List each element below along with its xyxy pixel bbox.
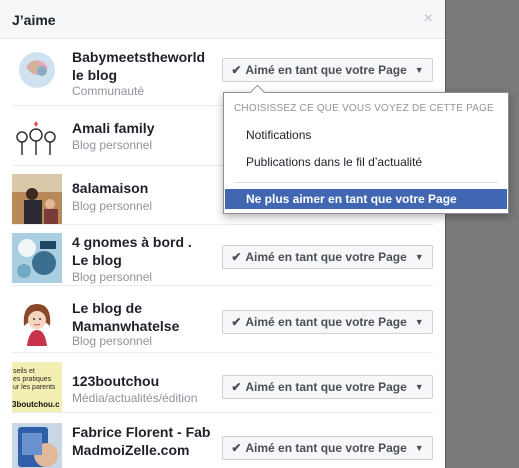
page-name-link[interactable]: Le blog de Mamanwhatelse (72, 299, 212, 335)
list-item: 4 gnomes à bord . Le blog Blog personnel… (12, 233, 433, 286)
caret-down-icon: ▼ (414, 443, 424, 453)
liked-as-page-button[interactable]: ✔ Aimé en tant que votre Page ▼ (222, 310, 433, 334)
liked-as-page-label: Aimé en tant que votre Page (245, 250, 407, 264)
liked-as-page-label: Aimé en tant que votre Page (245, 315, 407, 329)
page-thumbnail[interactable] (12, 233, 62, 283)
page-category: Blog personnel (72, 270, 153, 284)
list-item: Fabrice Florent - Fab MadmoiZelle.com ✔ … (12, 423, 433, 468)
page-category: Média/actualités/édition (72, 391, 198, 405)
menu-item-news-feed-posts[interactable]: Publications dans le fil d’actualité (225, 152, 507, 172)
check-icon: ✔ (231, 441, 242, 455)
liked-as-page-label: Aimé en tant que votre Page (245, 441, 407, 455)
liked-as-page-button[interactable]: ✔ Aimé en tant que votre Page ▼ (222, 375, 433, 399)
thumb-text: seils et (13, 368, 35, 375)
page-name-link[interactable]: 4 gnomes à bord . Le blog (72, 233, 212, 269)
list-item: seils et es pratiques ur les parents 3bo… (12, 362, 433, 413)
page-thumbnail[interactable] (12, 423, 62, 468)
caret-down-icon: ▼ (414, 252, 424, 262)
page-category: Blog personnel (72, 199, 153, 213)
caret-down-icon: ▼ (414, 317, 424, 327)
page-thumbnail[interactable]: seils et es pratiques ur les parents 3bo… (12, 362, 62, 412)
thumb-url-text: 3boutchou.c (12, 400, 60, 409)
list-item: Le blog de Mamanwhatelse Blog personnel … (12, 296, 433, 353)
page-category: Blog personnel (72, 334, 153, 348)
liked-as-page-button[interactable]: ✔ Aimé en tant que votre Page ▼ (222, 245, 433, 269)
dialog-header: J’aime × (0, 0, 445, 39)
page-name-link[interactable]: 123boutchou (72, 372, 212, 390)
page-name-link[interactable]: Fabrice Florent - Fab MadmoiZelle.com (72, 423, 212, 459)
dropdown-heading: CHOISISSEZ CE QUE VOUS VOYEZ DE CETTE PA… (234, 103, 494, 114)
menu-item-unlike-as-page[interactable]: Ne plus aimer en tant que votre Page (225, 189, 507, 209)
close-icon[interactable]: × (424, 10, 433, 28)
dropdown-divider (234, 182, 498, 183)
page-name-link[interactable]: Amali family (72, 119, 212, 137)
check-icon: ✔ (231, 250, 242, 264)
check-icon: ✔ (231, 63, 242, 77)
thumb-text: es pratiques (13, 376, 52, 383)
likes-dialog: J’aime × Babymeetstheworld le blog Commu… (0, 0, 446, 468)
page-thumbnail[interactable] (12, 45, 62, 95)
caret-down-icon: ▼ (414, 382, 424, 392)
page-category: Communauté (72, 84, 145, 98)
check-icon: ✔ (231, 315, 242, 329)
liked-as-page-button[interactable]: ✔ Aimé en tant que votre Page ▼ (222, 436, 433, 460)
like-options-dropdown: CHOISISSEZ CE QUE VOUS VOYEZ DE CETTE PA… (223, 84, 509, 214)
page-thumbnail[interactable] (12, 296, 62, 346)
liked-as-page-button[interactable]: ✔ Aimé en tant que votre Page ▼ (222, 58, 433, 82)
liked-as-page-label: Aimé en tant que votre Page (245, 63, 407, 77)
page-thumbnail[interactable] (12, 174, 62, 224)
page-category: Blog personnel (72, 138, 153, 152)
page-name-link[interactable]: 8alamaison (72, 179, 212, 197)
menu-item-notifications[interactable]: Notifications (225, 125, 507, 145)
check-icon: ✔ (231, 380, 242, 394)
caret-down-icon: ▼ (414, 65, 424, 75)
page-thumbnail[interactable] (12, 115, 62, 165)
page-name-link[interactable]: Babymeetstheworld le blog (72, 48, 212, 84)
liked-as-page-label: Aimé en tant que votre Page (245, 380, 407, 394)
thumb-text: ur les parents (13, 384, 56, 391)
dialog-title: J’aime (12, 12, 56, 28)
